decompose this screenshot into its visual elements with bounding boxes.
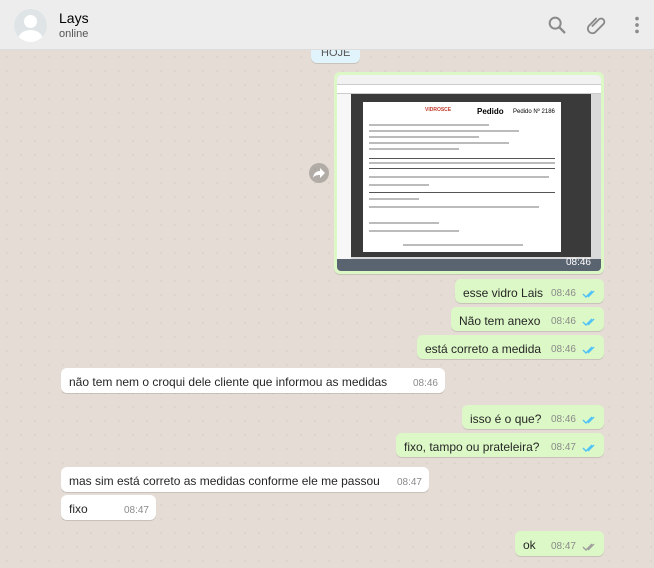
document-table-rule	[369, 168, 555, 169]
message-incoming[interactable]: não tem nem o croqui dele cliente que in…	[61, 368, 445, 393]
message-time: 08:47	[123, 505, 149, 516]
contact-status: online	[59, 28, 89, 40]
document-line	[369, 148, 459, 150]
message-incoming[interactable]: fixo 08:47	[61, 495, 156, 520]
message-text: ok	[523, 538, 536, 552]
message-time: 08:46	[412, 378, 438, 389]
document-line	[369, 130, 519, 132]
chat-header: Lays online	[0, 0, 654, 50]
contact-avatar[interactable]	[14, 9, 47, 42]
message-outgoing[interactable]: fixo, tampo ou prateleira? 08:47	[396, 433, 604, 457]
message-time: 08:47	[396, 477, 422, 488]
read-ticks-icon	[582, 346, 595, 354]
document-line	[369, 162, 555, 164]
message-time: 08:47	[550, 442, 576, 453]
screenshot-address-bar	[337, 85, 601, 94]
avatar-body-shape	[18, 30, 43, 42]
read-ticks-icon	[582, 444, 595, 452]
document-brand: VIDROSCE	[425, 107, 452, 113]
document-table-rule	[369, 192, 555, 193]
document-title: Pedido	[477, 107, 504, 116]
document-line	[369, 142, 509, 144]
screenshot-window-bar	[337, 75, 601, 85]
message-time: 08:46	[550, 288, 576, 299]
menu-icon[interactable]	[626, 14, 648, 36]
image-message-time: 08:46	[565, 257, 591, 268]
date-chip: HOJE	[311, 50, 361, 63]
document-table-rule	[369, 158, 555, 159]
document-line	[369, 222, 439, 224]
document-line	[369, 184, 429, 186]
message-outgoing[interactable]: isso é o que? 08:46	[462, 405, 604, 429]
message-text: mas sim está correto as medidas conforme…	[69, 474, 380, 488]
message-time: 08:46	[550, 344, 576, 355]
image-message[interactable]: VIDROSCE Pedido Pedido Nº 2186 08:46	[334, 72, 604, 274]
screenshot-taskbar	[337, 259, 601, 271]
document-line	[369, 176, 549, 178]
message-text: esse vidro Lais	[463, 286, 544, 300]
document-number: Pedido Nº 2186	[513, 109, 555, 115]
avatar-head-shape	[24, 15, 37, 28]
document-line	[369, 136, 479, 138]
read-ticks-icon	[582, 416, 595, 424]
read-ticks-icon	[582, 318, 595, 326]
screenshot-image[interactable]: VIDROSCE Pedido Pedido Nº 2186 08:46	[337, 75, 601, 271]
search-icon[interactable]	[546, 14, 568, 36]
forward-icon	[313, 168, 325, 178]
document-line	[369, 206, 539, 208]
delivered-ticks-icon	[582, 543, 595, 551]
message-time: 08:46	[550, 316, 576, 327]
message-outgoing[interactable]: está correto a medida 08:46	[417, 335, 604, 359]
message-outgoing[interactable]: esse vidro Lais 08:46	[455, 279, 604, 303]
contact-name[interactable]: Lays	[59, 10, 89, 26]
screenshot-side-panel	[337, 94, 351, 259]
message-text: fixo, tampo ou prateleira?	[404, 440, 540, 454]
document-line	[369, 230, 459, 232]
chat-area[interactable]: HOJE VIDROSCE Pedido Pedido Nº 2186 08:4…	[0, 50, 654, 568]
message-incoming[interactable]: mas sim está correto as medidas conforme…	[61, 467, 429, 492]
message-outgoing[interactable]: ok 08:47	[515, 531, 604, 556]
message-text: fixo	[69, 502, 88, 516]
message-text: está correto a medida	[425, 342, 542, 356]
order-document: VIDROSCE Pedido Pedido Nº 2186	[363, 102, 561, 252]
message-outgoing[interactable]: Não tem anexo 08:46	[451, 307, 604, 331]
document-line	[369, 198, 419, 200]
message-time: 08:46	[550, 414, 576, 425]
message-time: 08:47	[550, 541, 576, 552]
read-ticks-icon	[582, 290, 595, 298]
document-line	[369, 124, 489, 126]
attach-icon[interactable]	[586, 14, 608, 36]
message-text: não tem nem o croqui dele cliente que in…	[69, 375, 388, 389]
document-line	[403, 244, 523, 246]
message-text: isso é o que?	[470, 412, 542, 426]
message-text: Não tem anexo	[459, 314, 541, 328]
forward-button[interactable]	[309, 163, 329, 183]
